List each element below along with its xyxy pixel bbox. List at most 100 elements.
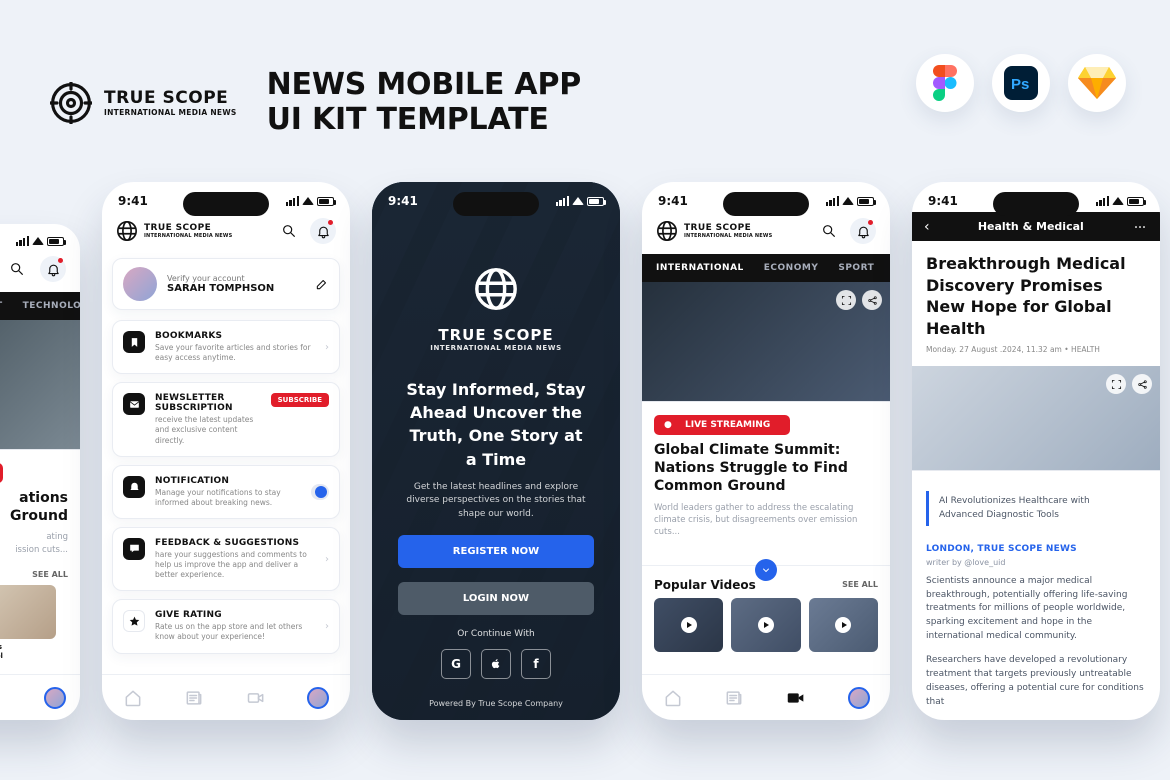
tab-sport[interactable]: SPORT: [838, 263, 874, 273]
tab-international[interactable]: INTERNATIONAL: [656, 263, 744, 273]
search-button[interactable]: [276, 218, 302, 244]
chat-icon: [128, 542, 141, 555]
globe-icon: [116, 220, 138, 242]
brand-tagline: INTERNATIONAL MEDIA NEWS: [398, 344, 594, 352]
nav-video[interactable]: [246, 688, 266, 708]
tool-icons: Ps: [916, 54, 1126, 112]
edit-icon[interactable]: [315, 277, 329, 291]
figma-icon: [916, 54, 974, 112]
article-title: Breakthrough Medical Discovery Promises …: [926, 253, 1146, 339]
status-time: 9:41: [118, 194, 148, 208]
live-badge: LIVE STREAMING: [675, 415, 780, 435]
onboarding-lead: Get the latest headlines and explore div…: [398, 481, 594, 522]
video-card[interactable]: [809, 598, 878, 652]
article-writer: writer by @love_uid: [926, 558, 1146, 567]
notifications-button[interactable]: [40, 256, 66, 282]
search-icon: [9, 261, 25, 277]
star-icon: [128, 615, 141, 628]
article-source: LONDON, TRUE SCOPE NEWS: [926, 544, 1146, 554]
share-button[interactable]: [862, 290, 882, 310]
search-button[interactable]: [4, 256, 30, 282]
nav-news[interactable]: [184, 688, 204, 708]
onboarding-heading: Stay Informed, Stay Ahead Uncover the Tr…: [404, 378, 588, 471]
brand-name: TRUE SCOPE: [104, 88, 237, 108]
login-button[interactable]: LOGIN NOW: [398, 582, 594, 615]
expand-button[interactable]: [836, 290, 856, 310]
globe-icon: [473, 266, 519, 312]
brand-tagline: INTERNATIONAL MEDIA NEWS: [104, 108, 237, 117]
expand-button[interactable]: [1106, 374, 1126, 394]
category-tabs[interactable]: SPORT TECHNOLOGY: [0, 292, 80, 320]
hero-image[interactable]: [642, 282, 890, 402]
nav-home[interactable]: [123, 688, 143, 708]
notifications-button[interactable]: [310, 218, 336, 244]
article-callout: AI Revolutionizes Healthcare with Advanc…: [926, 491, 1146, 525]
more-icon[interactable]: [1132, 219, 1148, 235]
video-card[interactable]: MassUnfol: [0, 585, 56, 661]
headline[interactable]: Global Climate Summit: Nations Struggle …: [654, 441, 878, 496]
google-button[interactable]: G: [441, 649, 471, 679]
phone-settings: 9:41 TRUE SCOPEINTERNATIONAL MEDIA NEWS …: [102, 182, 350, 720]
continue-with-label: Or Continue With: [398, 629, 594, 639]
sub-peek: atingission cuts...: [0, 531, 68, 556]
nav-news[interactable]: [724, 688, 744, 708]
settings-row-rating[interactable]: GIVE RATINGRate us on the app store and …: [112, 599, 340, 653]
notifications-button[interactable]: [850, 218, 876, 244]
article-topbar: ‹ Health & Medical: [912, 212, 1160, 241]
nav-video[interactable]: [785, 687, 807, 709]
nav-home[interactable]: [663, 688, 683, 708]
status-bar: [0, 224, 80, 250]
phone-article: 9:41 ‹ Health & Medical Breakthrough Med…: [912, 182, 1160, 720]
page-title: NEWS MOBILE APPUI KIT TEMPLATE: [267, 68, 581, 137]
video-card[interactable]: [654, 598, 723, 652]
profile-card[interactable]: Verify your accountSARAH TOMPHSON: [112, 258, 340, 310]
phone-feed-peek: SPORT TECHNOLOGY LIVE STREAMING ationsGr…: [0, 224, 80, 720]
facebook-button[interactable]: f: [521, 649, 551, 679]
video-card[interactable]: [731, 598, 800, 652]
subscribe-badge[interactable]: SUBSCRIBE: [271, 393, 329, 407]
category-tabs[interactable]: INTERNATIONAL ECONOMY SPORT TECHNOLOGY: [642, 254, 890, 282]
register-button[interactable]: REGISTER NOW: [398, 535, 594, 568]
headline-sub: World leaders gather to address the esca…: [654, 502, 878, 539]
avatar[interactable]: [44, 687, 66, 709]
settings-row-feedback[interactable]: FEEDBACK & SUGGESTIONShare your suggesti…: [112, 527, 340, 591]
globe-icon: [656, 220, 678, 242]
article-meta: Monday. 27 August .2024, 11.32 am • HEAL…: [926, 345, 1146, 354]
settings-row-bookmarks[interactable]: BOOKMARKSSave your favorite articles and…: [112, 320, 340, 374]
tab-sport[interactable]: SPORT: [0, 301, 3, 311]
expand-more-button[interactable]: [755, 559, 777, 581]
section-title: Health & Medical: [938, 220, 1124, 233]
toggle-switch[interactable]: [311, 484, 329, 500]
brand-name: TRUE SCOPE: [398, 326, 594, 344]
popular-title: Popular Videos: [654, 578, 756, 592]
sketch-icon: [1068, 54, 1126, 112]
search-button[interactable]: [816, 218, 842, 244]
settings-row-notification[interactable]: NOTIFICATIONManage your notifications to…: [112, 465, 340, 519]
phone-feed: 9:41 TRUE SCOPEINTERNATIONAL MEDIA NEWS …: [642, 182, 890, 720]
see-all-link[interactable]: SEE ALL: [842, 580, 878, 589]
back-button[interactable]: ‹: [924, 219, 930, 235]
phone-strip: SPORT TECHNOLOGY LIVE STREAMING ationsGr…: [0, 182, 1170, 720]
bottom-nav[interactable]: [102, 674, 350, 720]
tab-technology[interactable]: TECHNOLOGY: [23, 301, 80, 311]
brand-logo: TRUE SCOPE INTERNATIONAL MEDIA NEWS: [50, 82, 237, 124]
hero-image: [0, 320, 80, 450]
mail-icon: [128, 398, 141, 411]
live-badge: LIVE STREAMING: [0, 460, 68, 479]
scope-icon: [50, 82, 92, 124]
popular-head: SEE ALL: [0, 570, 68, 579]
avatar[interactable]: [307, 687, 329, 709]
apple-button[interactable]: [481, 649, 511, 679]
see-all-link[interactable]: SEE ALL: [32, 570, 68, 579]
bottom-nav[interactable]: [642, 674, 890, 720]
bottom-nav[interactable]: [0, 674, 80, 720]
avatar: [123, 267, 157, 301]
bookmark-icon: [128, 336, 141, 349]
brand-mini: TRUE SCOPEINTERNATIONAL MEDIA NEWS: [116, 220, 232, 242]
tab-economy[interactable]: ECONOMY: [764, 263, 819, 273]
settings-row-newsletter[interactable]: NEWSLETTER SUBSCRIPTIONreceive the lates…: [112, 382, 340, 456]
bell-icon: [46, 262, 61, 277]
share-button[interactable]: [1132, 374, 1152, 394]
avatar[interactable]: [848, 687, 870, 709]
headline-peek: ationsGround: [0, 489, 68, 525]
